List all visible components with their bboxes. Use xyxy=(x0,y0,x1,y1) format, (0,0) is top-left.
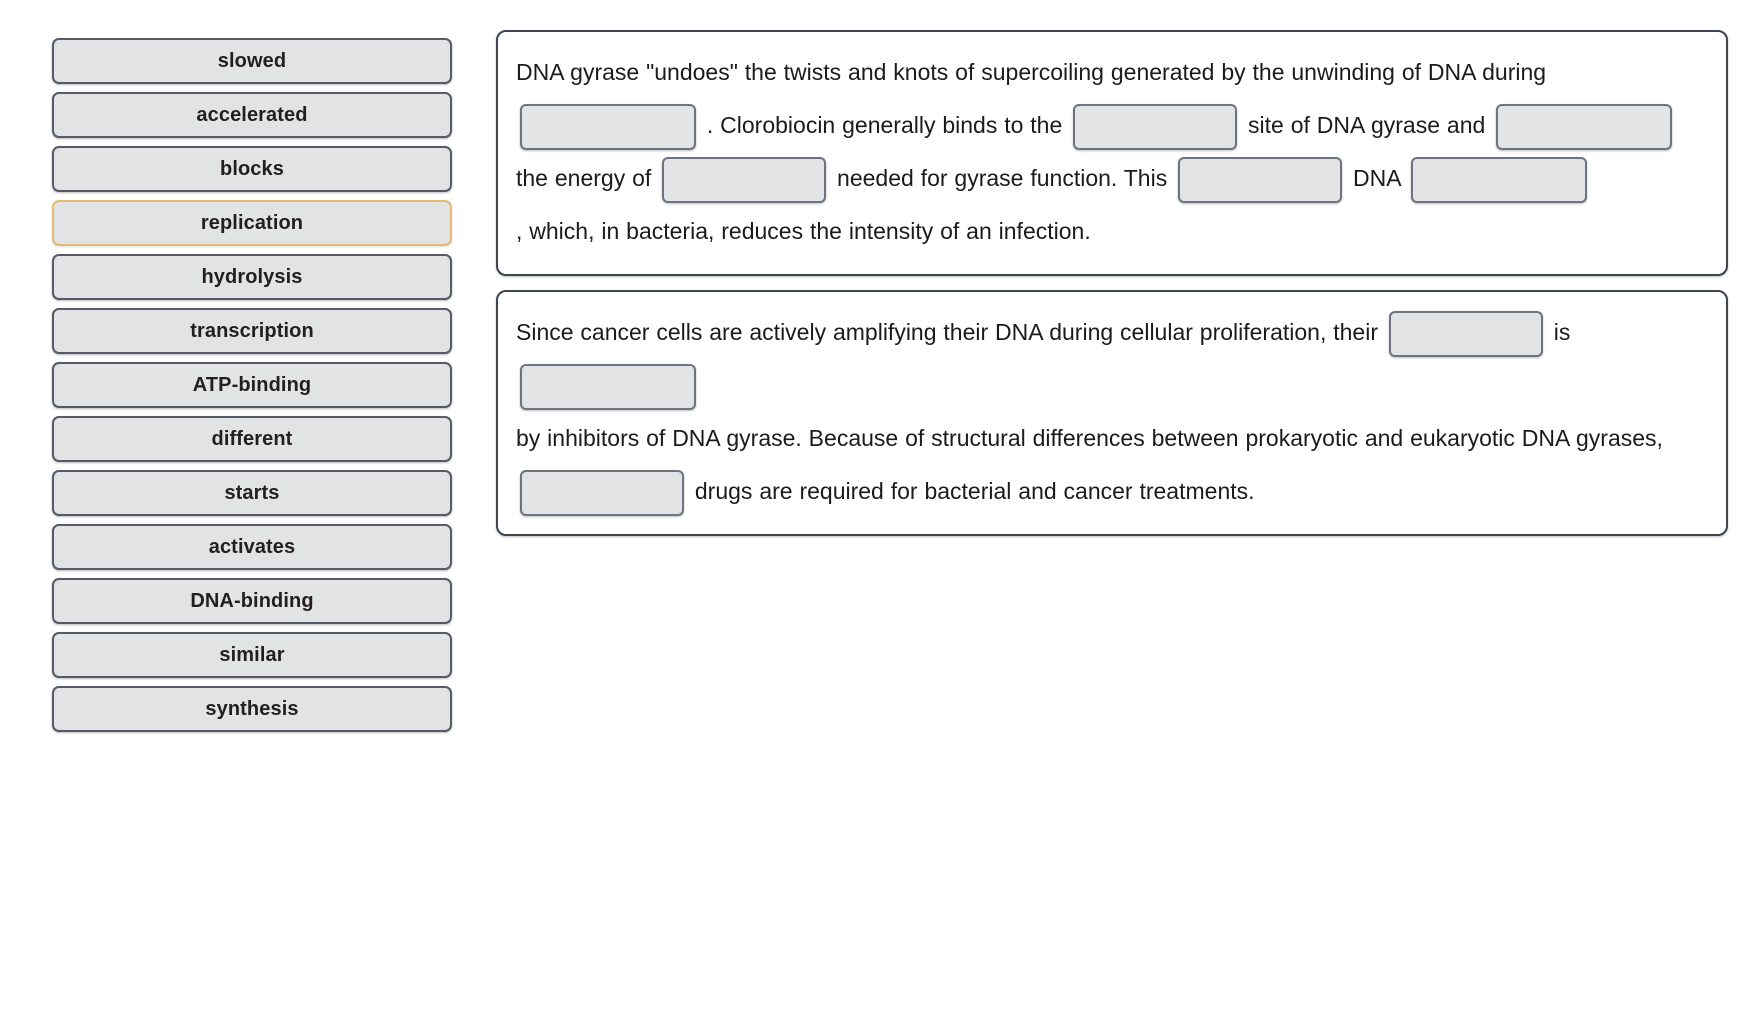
word-chip-transcription[interactable]: transcription xyxy=(52,308,452,354)
word-chip-accelerated[interactable]: accelerated xyxy=(52,92,452,138)
word-chip-hydrolysis[interactable]: hydrolysis xyxy=(52,254,452,300)
answer-blank-3[interactable] xyxy=(520,469,684,516)
word-chip-similar[interactable]: similar xyxy=(52,632,452,678)
passage-text-fragment: DNA gyrase "undoes" the twists and knots… xyxy=(516,59,1547,85)
answer-blank-2[interactable] xyxy=(520,363,696,410)
answer-blank-5[interactable] xyxy=(1178,156,1343,203)
word-bank: slowed accelerated blocks replication hydrol… xyxy=(52,38,452,732)
passage-text: Since cancer cells are actively amplifyi… xyxy=(516,306,1708,518)
word-chip-replication[interactable]: replication xyxy=(52,200,452,246)
word-chip-synthesis[interactable]: synthesis xyxy=(52,686,452,732)
word-chip-atp-binding[interactable]: ATP-binding xyxy=(52,362,452,408)
passage-1: DNA gyrase "undoes" the twists and knots… xyxy=(496,30,1728,276)
word-chip-slowed[interactable]: slowed xyxy=(52,38,452,84)
passage-text-fragment: is xyxy=(1553,319,1571,345)
word-chip-different[interactable]: different xyxy=(52,416,452,462)
answer-blank-2[interactable] xyxy=(1073,103,1238,150)
word-chip-dna-binding[interactable]: DNA-binding xyxy=(52,578,452,624)
answer-blank-1[interactable] xyxy=(520,103,696,150)
answer-blank-4[interactable] xyxy=(662,156,827,203)
exercise-root: slowed accelerated blocks replication hydrol… xyxy=(0,0,1756,1022)
answer-blank-3[interactable] xyxy=(1496,103,1673,150)
word-chip-starts[interactable]: starts xyxy=(52,470,452,516)
answer-blank-1[interactable] xyxy=(1388,310,1543,357)
word-chip-activates[interactable]: activates xyxy=(52,524,452,570)
passage-text-fragment: Since cancer cells are actively amplifyi… xyxy=(516,319,1378,345)
passage-list: DNA gyrase "undoes" the twists and knots… xyxy=(496,30,1728,536)
passage-text-fragment: , which, in bacteria, reduces the intens… xyxy=(516,218,1091,244)
passage-text-fragment: drugs are required for bacterial and can… xyxy=(694,478,1255,504)
answer-blank-6[interactable] xyxy=(1411,156,1588,203)
passage-text-fragment: the energy of xyxy=(516,165,652,191)
word-chip-blocks[interactable]: blocks xyxy=(52,146,452,192)
passage-text: DNA gyrase "undoes" the twists and knots… xyxy=(516,46,1708,258)
passage-text-fragment: by inhibitors of DNA gyrase. Because of … xyxy=(516,425,1663,451)
passage-text-fragment: needed for gyrase function. This xyxy=(837,165,1168,191)
passage-text-fragment: DNA xyxy=(1353,165,1401,191)
passage-2: Since cancer cells are actively amplifyi… xyxy=(496,290,1728,536)
passage-text-fragment: . Clorobiocin generally binds to the xyxy=(706,112,1063,138)
passage-text-fragment: site of DNA gyrase and xyxy=(1248,112,1486,138)
